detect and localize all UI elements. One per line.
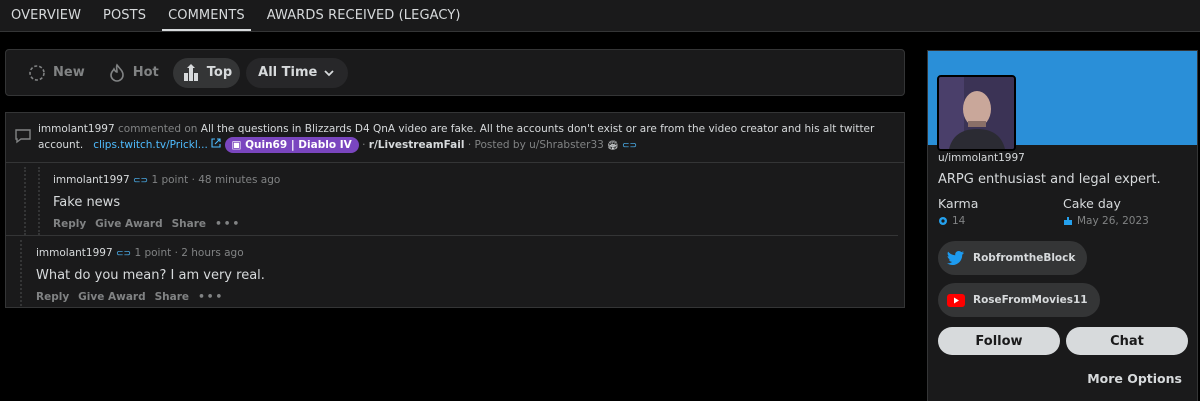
sort-top-button[interactable]: Top [172,57,241,88]
flame-icon [109,62,124,82]
commented-on-text: commented on [118,123,198,135]
post-context[interactable]: immolant1997 commented on All the questi… [6,113,904,163]
sort-bar: New Hot Top All Time [5,49,905,96]
twitter-bird-icon [947,251,964,265]
more-options-button[interactable]: More Options [1087,371,1182,386]
more-actions-button[interactable]: ••• [215,218,241,230]
youtube-link-button[interactable]: RoseFromMovies11 [938,283,1100,317]
follow-button[interactable]: Follow [938,327,1060,355]
posted-by[interactable]: · Posted by u/Shrabster33 [468,139,604,151]
profile-card: u/immolant1997 ARPG enthusiast and legal… [927,50,1198,401]
badge-icon: ⊂⊃ [133,176,149,186]
comment-body: Fake news [53,195,121,210]
comment-points-time: 1 point · 48 minutes ago [151,174,281,186]
profile-tabs: OVERVIEW POSTS COMMENTS AWARDS RECEIVED … [0,0,1200,32]
sort-new-label: New [53,65,85,80]
reply-button[interactable]: Reply [36,291,69,303]
give-award-button[interactable]: Give Award [78,291,145,303]
tab-awards-received[interactable]: AWARDS RECEIVED (LEGACY) [267,0,461,31]
youtube-handle: RoseFromMovies11 [973,294,1088,306]
comment-actions: Reply Give Award Share ••• [53,218,898,230]
cake-day-value: May 26, 2023 [1077,215,1149,227]
karma-icon [939,217,947,225]
comment-author[interactable]: immolant1997 [53,174,130,186]
profile-bio: ARPG enthusiast and legal expert. [938,172,1161,187]
avatar[interactable] [937,75,1016,151]
top-bars-icon [183,63,198,81]
sort-top-label: Top [206,65,233,80]
post-title[interactable]: All the questions in Blizzards D4 QnA vi… [201,123,875,135]
sort-hot-button[interactable]: Hot [99,58,167,88]
karma-value-group: 14 [938,215,965,227]
comment-points-time: 1 point · 2 hours ago [134,247,244,259]
share-button[interactable]: Share [172,218,206,230]
comment-item: immolant1997 ⊂⊃ 1 point · 48 minutes ago… [6,163,898,236]
chat-button[interactable]: Chat [1066,327,1188,355]
chevron-down-icon [324,69,334,76]
comment-meta: immolant1997 ⊂⊃ 1 point · 2 hours ago [36,246,904,261]
badge-icon: ⊂⊃ [621,141,638,151]
more-actions-button[interactable]: ••• [198,291,224,303]
post-link[interactable]: clips.twitch.tv/Prickl... [93,139,208,151]
comment-actions: Reply Give Award Share ••• [36,291,904,303]
post-title-continued[interactable]: account. [38,139,83,151]
karma-value: 14 [952,215,966,227]
profile-username: u/immolant1997 [938,152,1025,164]
comment-feed: immolant1997 commented on All the questi… [5,112,905,308]
sort-hot-label: Hot [132,65,159,80]
give-award-button[interactable]: Give Award [95,218,162,230]
twitter-link-button[interactable]: RobfromtheBlock [938,241,1088,275]
karma-label: Karma [938,196,979,211]
comment-item: immolant1997 ⊂⊃ 1 point · 2 hours ago Wh… [6,236,904,306]
cake-day-value-group: May 26, 2023 [1063,215,1149,227]
subreddit-link[interactable]: r/LivestreamFail [369,139,465,151]
thread-line[interactable] [20,240,22,306]
post-flair: ▣ Quin69 | Diablo IV [224,137,359,153]
post-line-1: immolant1997 commented on All the questi… [38,121,894,137]
avatar-photo-icon [939,77,1014,149]
thread-line[interactable] [24,167,26,235]
time-filter-label: All Time [258,65,318,80]
twitter-handle: RobfromtheBlock [973,252,1076,264]
sparkle-icon [29,64,45,81]
user-flair-emoji-icon: 🏟 [607,141,619,151]
separator-dot: · [362,139,366,151]
post-line-2: account. clips.twitch.tv/Prickl... ▣ Qui… [38,137,894,154]
thread-line[interactable] [38,167,40,235]
cake-day-label: Cake day [1063,196,1121,211]
external-link-icon [211,138,221,148]
comment-meta: immolant1997 ⊂⊃ 1 point · 48 minutes ago [53,173,898,188]
comment-icon [15,129,31,144]
youtube-icon [947,293,965,307]
badge-icon: ⊂⊃ [116,249,132,259]
share-button[interactable]: Share [155,291,189,303]
flair-text: Quin69 | Diablo IV [245,139,352,151]
comment-author[interactable]: immolant1997 [36,247,113,259]
cake-icon [1064,217,1072,225]
post-author[interactable]: immolant1997 [38,123,115,135]
tab-comments[interactable]: COMMENTS [162,0,251,31]
tab-overview[interactable]: OVERVIEW [11,0,81,31]
twitch-icon: ▣ [231,139,246,151]
reply-button[interactable]: Reply [53,218,86,230]
comment-body: What do you mean? I am very real. [36,268,265,283]
time-filter-dropdown[interactable]: All Time [246,57,349,88]
sort-new-button[interactable]: New [19,58,93,88]
tab-posts[interactable]: POSTS [103,0,146,31]
